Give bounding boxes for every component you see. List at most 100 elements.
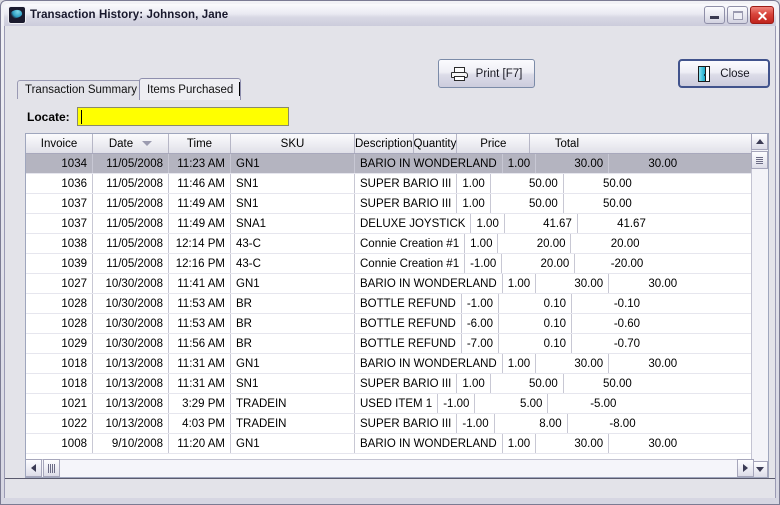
cell-sku: SN1: [231, 194, 355, 213]
sort-descending-icon: [142, 141, 153, 146]
grid-header-quantity-label: Quantity: [413, 137, 457, 150]
vertical-scroll-thumb[interactable]: [751, 151, 768, 169]
cell-date: 11/05/2008: [93, 154, 169, 173]
window-close-button[interactable]: [750, 6, 774, 24]
grid-header-total[interactable]: Total: [530, 134, 603, 153]
bottom-panel: [5, 478, 775, 498]
table-row[interactable]: 1028 10/30/2008 11:53 AM BR BOTTLE REFUND -6.…: [26, 314, 768, 334]
cell-date: 11/05/2008: [93, 174, 169, 193]
cell-quantity: 1.00: [503, 274, 537, 293]
grid-header-invoice-label: Invoice: [40, 137, 78, 150]
table-row[interactable]: 1018 10/13/2008 11:31 AM SN1 SUPER BARIO III…: [26, 374, 768, 394]
tab-items-purchased-label: Items Purchased: [147, 83, 234, 96]
cell-total: 41.67: [617, 217, 646, 230]
scroll-right-button[interactable]: [737, 459, 754, 477]
tab-transaction-summary[interactable]: Transaction Summary: [17, 80, 146, 99]
app-swoosh-icon: [8, 6, 26, 24]
cell-time: 12:16 PM: [169, 254, 231, 273]
cell-time: 12:14 PM: [169, 234, 231, 253]
table-row[interactable]: 1039 11/05/2008 12:16 PM 43-C Connie Creatio…: [26, 254, 768, 274]
title-bar[interactable]: Transaction History: Johnson, Jane: [4, 4, 776, 26]
cell-price: 50.00: [491, 194, 564, 213]
cell-invoice: 1037: [26, 214, 93, 233]
table-row[interactable]: 1036 11/05/2008 11:46 AM SN1 SUPER BARIO III…: [26, 174, 768, 194]
cell-invoice: 1039: [26, 254, 93, 273]
cell-sku: GN1: [231, 274, 355, 293]
cell-sku: 43-C: [231, 234, 355, 253]
cell-date: 10/30/2008: [93, 294, 169, 313]
table-row[interactable]: 1037 11/05/2008 11:49 AM SN1 SUPER BARIO III…: [26, 194, 768, 214]
cell-total: 20.00: [610, 237, 640, 250]
table-row[interactable]: 1018 10/13/2008 11:31 AM GN1 BARIO IN WONDER…: [26, 354, 768, 374]
grid-header-price[interactable]: Price: [457, 134, 531, 153]
text-caret: [80, 110, 82, 124]
cell-quantity: -1.00: [462, 294, 500, 313]
table-row[interactable]: 1029 10/30/2008 11:56 AM BR BOTTLE REFUND -7.…: [26, 334, 768, 354]
cell-price: 0.10: [499, 334, 573, 353]
grid-header-quantity[interactable]: Quantity: [414, 134, 458, 153]
grid-header-date[interactable]: Date: [93, 134, 169, 153]
grid-header-invoice[interactable]: Invoice: [26, 134, 93, 153]
horizontal-scroll-thumb[interactable]: [43, 459, 60, 477]
cell-date: 10/13/2008: [93, 394, 169, 413]
cell-date: 10/30/2008: [93, 314, 169, 333]
maximize-button[interactable]: [727, 6, 748, 24]
tab-items-purchased[interactable]: Items Purchased: [139, 78, 242, 100]
chevron-down-icon: [755, 467, 764, 472]
maximize-icon: [733, 11, 743, 20]
scroll-left-button[interactable]: [26, 459, 42, 477]
cell-price: 0.10: [499, 314, 573, 333]
cell-time: 11:53 AM: [169, 294, 231, 313]
grid-header-time[interactable]: Time: [169, 134, 231, 153]
table-row[interactable]: 1038 11/05/2008 12:14 PM 43-C Connie Creatio…: [26, 234, 768, 254]
cell-price: 30.00: [536, 154, 610, 173]
cell-description: BARIO IN WONDERLAND: [355, 354, 503, 373]
cell-date: 10/30/2008: [93, 334, 169, 353]
grid-header-price-label: Price: [480, 137, 507, 150]
cell-time: 11:46 AM: [169, 174, 231, 193]
cell-invoice: 1028: [26, 294, 93, 313]
cell-price: 0.10: [499, 294, 573, 313]
cell-time: 3:29 PM: [169, 394, 231, 413]
cell-price: 30.00: [536, 274, 610, 293]
transaction-history-window: Transaction History: Johnson, Jane Print…: [0, 0, 780, 505]
cell-total: 50.00: [603, 177, 632, 190]
cell-quantity: 1.00: [503, 434, 537, 453]
cell-sku: TRADEIN: [231, 414, 355, 433]
cell-quantity: 1.00: [471, 214, 505, 233]
minimize-button[interactable]: [704, 6, 725, 24]
window-title: Transaction History: Johnson, Jane: [30, 9, 229, 21]
cell-description: SUPER BARIO III: [355, 374, 458, 393]
table-row[interactable]: 1008 9/10/2008 11:20 AM GN1 BARIO IN WONDERL…: [26, 434, 768, 454]
cell-description: BARIO IN WONDERLAND: [355, 434, 503, 453]
horizontal-scrollbar[interactable]: [26, 459, 754, 477]
vertical-scrollbar[interactable]: [751, 134, 768, 477]
cell-description: BARIO IN WONDERLAND: [355, 274, 503, 293]
cell-description: DELUXE JOYSTICK: [355, 214, 472, 233]
table-row[interactable]: 1021 10/13/2008 3:29 PM TRADEIN USED ITEM 1-…: [26, 394, 768, 414]
table-row[interactable]: 1027 10/30/2008 11:41 AM GN1 BARIO IN WONDER…: [26, 274, 768, 294]
cell-quantity: -7.00: [462, 334, 500, 353]
cell-time: 11:49 AM: [169, 194, 231, 213]
table-row[interactable]: 1034 11/05/2008 11:23 AM GN1 BARIO IN WONDER…: [26, 154, 768, 174]
cell-time: 11:56 AM: [169, 334, 231, 353]
table-row[interactable]: 1022 10/13/2008 4:03 PM TRADEIN SUPER BARIO …: [26, 414, 768, 434]
grid-header-sku[interactable]: SKU: [231, 134, 355, 153]
cell-sku: GN1: [231, 354, 355, 373]
window-controls: [704, 6, 774, 24]
cell-total: -8.00: [609, 417, 636, 430]
chevron-left-icon: [31, 464, 36, 472]
cell-description: Connie Creation #1: [355, 234, 466, 253]
cell-invoice: 1018: [26, 374, 93, 393]
grid-header-description[interactable]: Description: [355, 134, 414, 153]
cell-price: 50.00: [491, 174, 564, 193]
close-icon: [757, 10, 768, 21]
locate-input[interactable]: [76, 107, 289, 126]
scroll-grip-icon: [756, 156, 763, 164]
table-row[interactable]: 1037 11/05/2008 11:49 AM SNA1 DELUXE JOYSTIC…: [26, 214, 768, 234]
scroll-up-button[interactable]: [751, 134, 768, 150]
cell-date: 11/05/2008: [93, 234, 169, 253]
cell-sku: TRADEIN: [231, 394, 355, 413]
table-row[interactable]: 1028 10/30/2008 11:53 AM BR BOTTLE REFUND -1.…: [26, 294, 768, 314]
items-purchased-grid: Invoice Date Time SKU Description Quantity Pri…: [25, 133, 769, 478]
